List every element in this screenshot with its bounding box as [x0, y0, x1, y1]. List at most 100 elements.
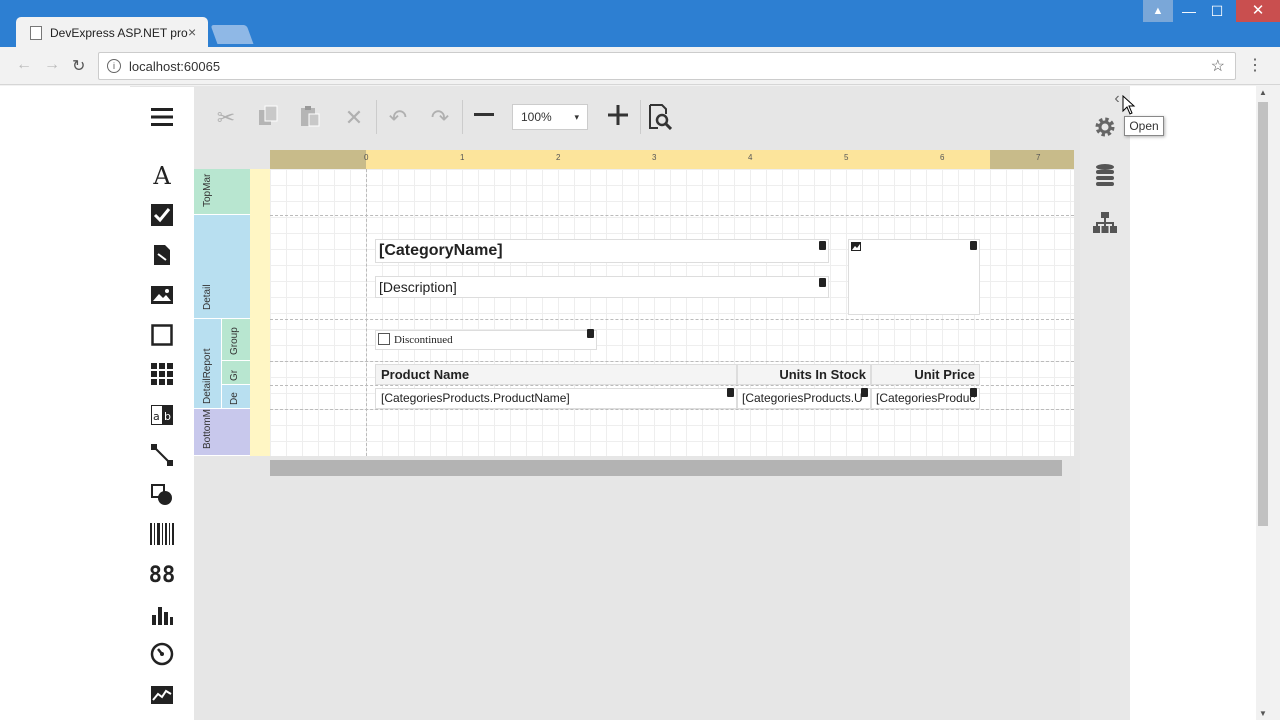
svg-text:b: b	[164, 410, 171, 423]
cell-units-in-stock[interactable]: [CategoriesProducts.U	[737, 388, 871, 409]
tab-close-icon[interactable]: ×	[188, 24, 196, 40]
toolbox: A ab 88	[130, 86, 194, 720]
database-icon[interactable]	[1092, 163, 1118, 189]
back-button[interactable]: ←	[16, 56, 32, 74]
hamburger-menu-icon[interactable]	[148, 103, 176, 131]
control-handle-icon[interactable]	[819, 241, 826, 250]
gear-icon[interactable]	[1092, 116, 1118, 142]
browser-menu-icon[interactable]: ⋮	[1247, 55, 1263, 75]
undo-icon[interactable]: ↶	[384, 104, 412, 132]
control-handle-icon[interactable]	[861, 388, 868, 397]
header-product-name[interactable]: Product Name	[375, 364, 737, 385]
scroll-down-icon[interactable]: ▼	[1259, 709, 1267, 718]
maximize-button[interactable]: ☐	[1202, 0, 1232, 22]
delete-icon[interactable]: ✕	[340, 104, 368, 132]
picture-box-control[interactable]	[848, 239, 980, 315]
gauge-tool-icon[interactable]	[148, 640, 176, 668]
close-window-button[interactable]: ✕	[1236, 0, 1280, 22]
redo-icon[interactable]: ↷	[426, 104, 454, 132]
band-divider	[270, 215, 1074, 216]
character-comb-tool-icon[interactable]: ab	[148, 401, 176, 429]
cell-product-name[interactable]: [CategoriesProducts.ProductName]	[375, 388, 737, 409]
line-tool-icon[interactable]	[148, 441, 176, 469]
checkbox-tool-icon[interactable]	[148, 201, 176, 229]
band-detail-2[interactable]: De	[222, 385, 250, 409]
browser-tab-active[interactable]: DevExpress ASP.NET pro ×	[16, 17, 208, 48]
ruler-tick: 0	[364, 153, 369, 162]
category-name-field[interactable]: [CategoryName]	[375, 239, 829, 263]
page-scrollbar[interactable]: ▲ ▼	[1256, 86, 1270, 720]
reload-button[interactable]: ↻	[72, 56, 85, 76]
barcode-tool-icon[interactable]	[148, 520, 176, 548]
band-detail-report[interactable]: DetailReport	[194, 319, 222, 409]
toolbar-separator	[376, 100, 377, 134]
user-icon[interactable]: ▲	[1143, 0, 1173, 22]
band-label: De	[229, 392, 240, 405]
horizontal-ruler: 0 1 2 3 4 5 6 7	[270, 150, 1074, 169]
shape-tool-icon[interactable]	[148, 481, 176, 509]
picture-box-tool-icon[interactable]	[148, 281, 176, 309]
band-label: BottomM	[202, 408, 213, 449]
cut-icon[interactable]: ✂	[212, 104, 240, 132]
panel-tool-icon[interactable]	[148, 321, 176, 349]
copy-icon[interactable]	[254, 104, 282, 132]
right-panel: ‹	[1080, 86, 1130, 720]
minimize-button[interactable]: —	[1174, 0, 1204, 22]
title-bar: DevExpress ASP.NET pro × ▲ — ☐ ✕	[0, 0, 1280, 48]
zoom-value: 100%	[521, 110, 552, 124]
zoom-out-icon[interactable]	[470, 104, 498, 132]
control-handle-icon[interactable]	[819, 278, 826, 287]
band-label: Gr	[229, 369, 240, 381]
designer-horizontal-scrollbar[interactable]	[270, 460, 1062, 476]
zoom-in-icon[interactable]	[604, 104, 632, 132]
band-group-header[interactable]: Group	[222, 319, 250, 361]
scrollbar-thumb[interactable]	[1258, 102, 1268, 526]
ruler-right-margin[interactable]	[990, 150, 1074, 169]
band-label: Detail	[202, 284, 213, 310]
control-handle-icon[interactable]	[587, 329, 594, 338]
ruler-left-margin[interactable]	[270, 150, 366, 169]
band-bottom-margin[interactable]: BottomM	[194, 409, 250, 456]
gauge-digits-tool-icon[interactable]: 88	[148, 561, 176, 589]
sparkline-tool-icon[interactable]	[148, 681, 176, 709]
discontinued-checkbox-control[interactable]: Discontinued	[375, 330, 597, 350]
scroll-up-icon[interactable]: ▲	[1259, 88, 1267, 97]
ruler-tick: 4	[748, 153, 753, 162]
band-detail[interactable]: Detail	[194, 215, 250, 319]
toolbar-separator	[462, 100, 463, 134]
mouse-cursor-icon	[1122, 94, 1136, 120]
url-text: localhost:60065	[129, 59, 221, 74]
band-divider	[270, 319, 1074, 320]
forward-button[interactable]: →	[44, 56, 60, 74]
info-icon[interactable]: i	[107, 59, 121, 73]
zoom-select[interactable]: 100% ▾	[512, 104, 588, 130]
description-field[interactable]: [Description]	[375, 276, 829, 298]
chart-tool-icon[interactable]	[148, 601, 176, 629]
report-explorer-icon[interactable]	[1092, 212, 1118, 238]
rich-text-tool-icon[interactable]	[148, 241, 176, 269]
header-unit-price[interactable]: Unit Price	[871, 364, 980, 385]
control-handle-icon[interactable]	[970, 388, 977, 397]
band-label: DetailReport	[202, 348, 213, 404]
vertical-ruler	[250, 169, 270, 456]
ruler-tick: 1	[460, 153, 465, 162]
cell-unit-price[interactable]: [CategoriesProduc	[871, 388, 980, 409]
band-label: Group	[229, 327, 240, 355]
paste-icon[interactable]	[296, 104, 324, 132]
band-top-margin[interactable]: TopMar	[194, 169, 250, 215]
report-canvas[interactable]: [CategoryName] [Description] Discontinue…	[270, 169, 1074, 456]
bookmark-star-icon[interactable]: ☆	[1211, 56, 1225, 76]
new-tab-button[interactable]	[210, 25, 254, 44]
label-tool-icon[interactable]: A	[148, 162, 176, 190]
checkbox-icon[interactable]	[378, 333, 390, 345]
band-group-header-2[interactable]: Gr	[222, 361, 250, 385]
table-tool-icon[interactable]	[148, 360, 176, 388]
url-input[interactable]: i localhost:60065 ☆	[98, 52, 1236, 80]
control-handle-icon[interactable]	[727, 388, 734, 397]
header-units-in-stock[interactable]: Units In Stock	[737, 364, 871, 385]
browser-window: DevExpress ASP.NET pro × ▲ — ☐ ✕ ← → ↻ i…	[0, 0, 1280, 720]
preview-icon[interactable]	[646, 104, 674, 132]
band-divider	[270, 409, 1074, 410]
band-labels: TopMar Detail DetailReport Group Gr De B…	[194, 169, 250, 456]
control-handle-icon[interactable]	[970, 241, 977, 250]
